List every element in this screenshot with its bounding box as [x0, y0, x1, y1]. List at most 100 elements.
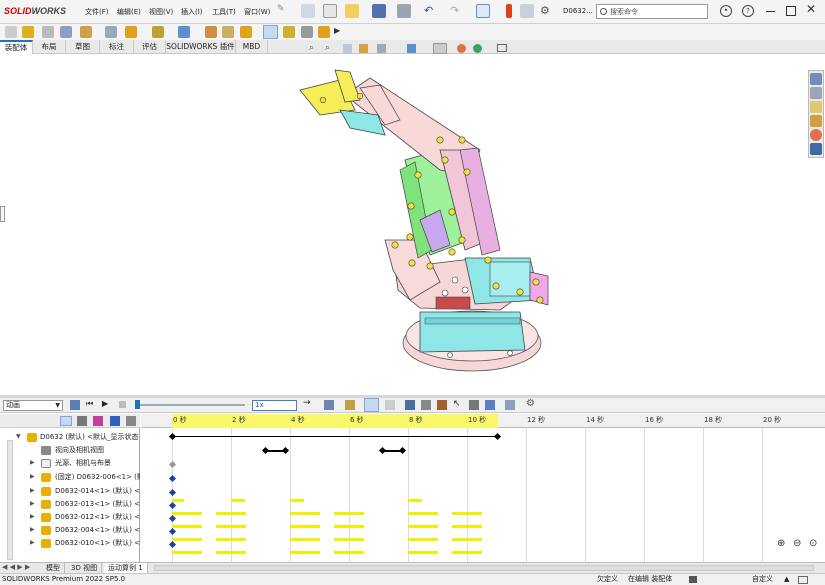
- new-icon[interactable]: [323, 4, 337, 18]
- change-bar[interactable]: [452, 512, 482, 515]
- mate-icon[interactable]: [42, 26, 54, 38]
- design-library-icon[interactable]: [810, 87, 822, 99]
- units-arrow-icon[interactable]: ▲: [784, 574, 789, 585]
- search-input[interactable]: 搜索命令: [596, 4, 708, 19]
- expand-arrow-icon[interactable]: ▶: [30, 524, 35, 536]
- more-arrow-icon[interactable]: ▶: [334, 26, 340, 35]
- edit-appearance-icon[interactable]: [473, 44, 482, 53]
- redo-icon[interactable]: ↷: [450, 4, 464, 18]
- undo-icon[interactable]: ↶: [424, 4, 438, 18]
- expand-arrow-icon[interactable]: ▶: [30, 511, 35, 523]
- timeline[interactable]: 0 秒 2 秒 4 秒 6 秒 8 秒 10 秒 12 秒 14 秒 16 秒 …: [141, 414, 825, 564]
- tab-markup[interactable]: 标注: [100, 40, 134, 54]
- expand-arrow-icon[interactable]: ▶: [30, 485, 35, 497]
- play-icon[interactable]: ▶: [102, 399, 108, 408]
- display-style-icon[interactable]: [433, 43, 447, 54]
- change-bar[interactable]: [216, 525, 246, 528]
- open-icon[interactable]: [345, 4, 359, 18]
- filter-selected-icon[interactable]: [93, 416, 103, 426]
- menu-file[interactable]: 文件(F): [85, 7, 109, 17]
- change-bar[interactable]: [231, 499, 245, 502]
- results-plots-icon[interactable]: [505, 400, 515, 410]
- instant3d-icon[interactable]: [283, 26, 295, 38]
- change-bar[interactable]: [172, 499, 184, 502]
- change-bar[interactable]: [452, 538, 482, 541]
- tree-row-part[interactable]: ▶ D0632-014<1> (默认) <: [0, 485, 140, 497]
- rebuild-icon[interactable]: [506, 4, 512, 18]
- change-bar[interactable]: [408, 525, 438, 528]
- save-icon[interactable]: [372, 4, 386, 18]
- move-component-icon[interactable]: [125, 26, 137, 38]
- file-properties-icon[interactable]: [520, 4, 534, 18]
- exploded-view-icon[interactable]: [263, 25, 278, 39]
- component-preview-icon[interactable]: [60, 26, 72, 38]
- key-point[interactable]: [168, 488, 177, 497]
- change-bar[interactable]: [334, 525, 364, 528]
- notification-icon[interactable]: [798, 576, 808, 584]
- contact-icon[interactable]: [469, 400, 479, 410]
- zoom-in-icon[interactable]: ⊕: [777, 538, 785, 549]
- zoom-fit-icon[interactable]: ⊙: [809, 538, 817, 549]
- change-bar[interactable]: [334, 551, 364, 554]
- view-palette-icon[interactable]: [810, 115, 822, 127]
- print-icon[interactable]: [397, 4, 411, 18]
- change-bar[interactable]: [216, 551, 246, 554]
- filter-animated-icon[interactable]: [60, 416, 72, 426]
- change-bar[interactable]: [172, 551, 202, 554]
- tree-row-part[interactable]: ▶ D0632-004<1> (默认) <: [0, 524, 140, 536]
- tree-row-lights[interactable]: ▶ 光源、相机与布景: [0, 457, 140, 469]
- key-point[interactable]: [168, 501, 177, 510]
- key-point[interactable]: [261, 446, 270, 455]
- change-bar[interactable]: [408, 538, 438, 541]
- menu-insert[interactable]: 插入(I): [181, 7, 203, 17]
- play-from-start-icon[interactable]: ⏮: [86, 399, 93, 409]
- collapse-arrow-icon[interactable]: ▼: [16, 431, 21, 443]
- key-point[interactable]: [281, 446, 290, 455]
- tab-assembly[interactable]: 装配体: [0, 40, 33, 54]
- new-motion-study-icon[interactable]: [222, 26, 234, 38]
- playback-mode-icon[interactable]: →: [303, 398, 311, 408]
- custom-properties-icon[interactable]: [810, 143, 822, 155]
- damper-icon[interactable]: [437, 400, 447, 410]
- help-icon[interactable]: ?: [742, 5, 754, 17]
- force-icon[interactable]: ↖: [453, 399, 461, 409]
- section-view-icon[interactable]: [359, 44, 368, 53]
- change-bar[interactable]: [408, 499, 422, 502]
- key-point[interactable]: [168, 540, 177, 549]
- key-point[interactable]: [168, 474, 177, 483]
- select-icon[interactable]: [476, 4, 490, 18]
- change-bar[interactable]: [452, 551, 482, 554]
- menu-window[interactable]: 窗口(W): [244, 7, 270, 17]
- study-type-select[interactable]: 动画 ▼: [3, 400, 63, 411]
- menu-edit[interactable]: 编辑(E): [117, 7, 141, 17]
- filter-results-icon[interactable]: [110, 416, 120, 426]
- change-bar[interactable]: [452, 525, 482, 528]
- motor-icon[interactable]: [405, 400, 415, 410]
- change-bar[interactable]: [290, 538, 320, 541]
- tab-evaluate[interactable]: 评估: [134, 40, 166, 54]
- zoom-out-icon[interactable]: ⊖: [793, 538, 801, 549]
- animation-wizard-icon[interactable]: [345, 400, 355, 410]
- horizontal-scrollbar[interactable]: [154, 565, 814, 571]
- zoom-to-fit-icon[interactable]: ⌕: [309, 43, 314, 53]
- reference-geometry-icon[interactable]: [205, 26, 217, 38]
- key-point[interactable]: [168, 460, 177, 469]
- hide-show-items-icon[interactable]: [457, 44, 466, 53]
- expand-arrow-icon[interactable]: ▶: [30, 457, 35, 469]
- change-bar[interactable]: [334, 512, 364, 515]
- change-bar[interactable]: [290, 512, 320, 515]
- close-icon[interactable]: ✕: [806, 2, 816, 16]
- home-icon[interactable]: [301, 4, 315, 18]
- menu-tools[interactable]: 工具(T): [212, 7, 236, 17]
- tree-row-part[interactable]: ▶ D0632-012<1> (默认) <: [0, 511, 140, 523]
- minimize-icon[interactable]: [766, 11, 775, 12]
- tab-mbd[interactable]: MBD: [236, 40, 268, 54]
- playback-speed-select[interactable]: 1x: [252, 400, 297, 411]
- spring-icon[interactable]: [421, 400, 431, 410]
- motion-properties-icon[interactable]: ⚙: [526, 398, 535, 409]
- save-animation-icon[interactable]: [324, 400, 334, 410]
- expand-arrow-icon[interactable]: ▶: [30, 498, 35, 510]
- dynamic-annotation-icon[interactable]: [377, 44, 386, 53]
- key-point[interactable]: [378, 446, 387, 455]
- tree-row-assembly[interactable]: ▼ D0632 (默认) <默认_显示状态: [0, 431, 140, 443]
